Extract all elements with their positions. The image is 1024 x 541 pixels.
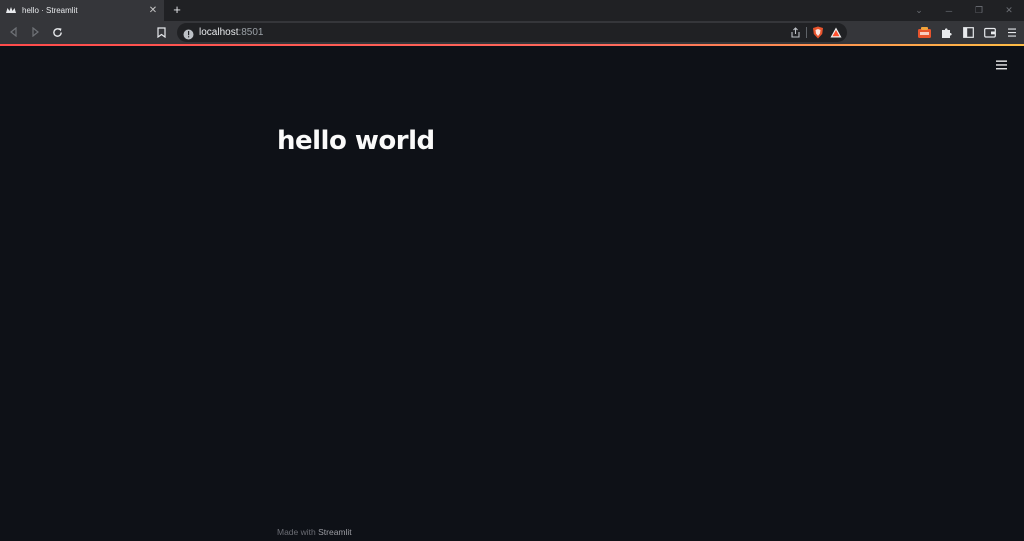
close-tab-icon[interactable]: ✕ <box>148 5 158 16</box>
hamburger-icon[interactable] <box>994 58 1008 72</box>
brave-shields-icon[interactable] <box>811 26 825 40</box>
address-bar-actions <box>788 25 843 40</box>
page-title: hello world <box>277 126 435 156</box>
new-tab-button[interactable]: + <box>170 2 184 18</box>
footer: Made with Streamlit <box>277 527 352 537</box>
restore-icon[interactable]: ❐ <box>964 0 994 21</box>
extensions-area <box>916 25 1020 40</box>
extension-wallet-icon[interactable] <box>916 25 932 40</box>
footer-brand-link[interactable]: Streamlit <box>318 527 352 537</box>
url-port: :8501 <box>238 27 264 38</box>
window-controls: ⌄ ─ ❐ ✕ <box>904 0 1024 21</box>
address-bar[interactable]: localhost:8501 <box>177 23 847 42</box>
forward-icon[interactable] <box>28 25 42 39</box>
back-icon[interactable] <box>7 25 21 39</box>
wallet-icon[interactable] <box>982 25 998 40</box>
sidebar-icon[interactable] <box>960 25 976 40</box>
share-icon[interactable] <box>788 26 802 40</box>
url-text[interactable]: localhost:8501 <box>199 26 264 39</box>
menu-icon[interactable] <box>1004 25 1020 40</box>
browser-toolbar: localhost:8501 <box>0 21 1024 44</box>
url-host: localhost <box>199 27 239 38</box>
close-window-icon[interactable]: ✕ <box>994 0 1024 21</box>
bookmark-icon[interactable] <box>154 25 168 39</box>
streamlit-crown-icon <box>6 7 16 15</box>
divider <box>806 27 807 38</box>
brave-rewards-icon[interactable] <box>829 26 843 40</box>
site-info-icon[interactable] <box>183 27 194 40</box>
puzzle-icon[interactable] <box>938 25 954 40</box>
footer-prefix: Made with <box>277 527 319 537</box>
tab-search-icon[interactable]: ⌄ <box>904 0 934 21</box>
tab-strip: hello · Streamlit ✕ + ⌄ ─ ❐ ✕ <box>0 0 1024 21</box>
browser-tab[interactable]: hello · Streamlit ✕ <box>0 0 164 21</box>
minimize-icon[interactable]: ─ <box>934 0 964 21</box>
tab-title: hello · Streamlit <box>22 6 78 15</box>
reload-icon[interactable] <box>50 25 64 39</box>
app-viewport: hello world Made with Streamlit <box>0 46 1024 541</box>
